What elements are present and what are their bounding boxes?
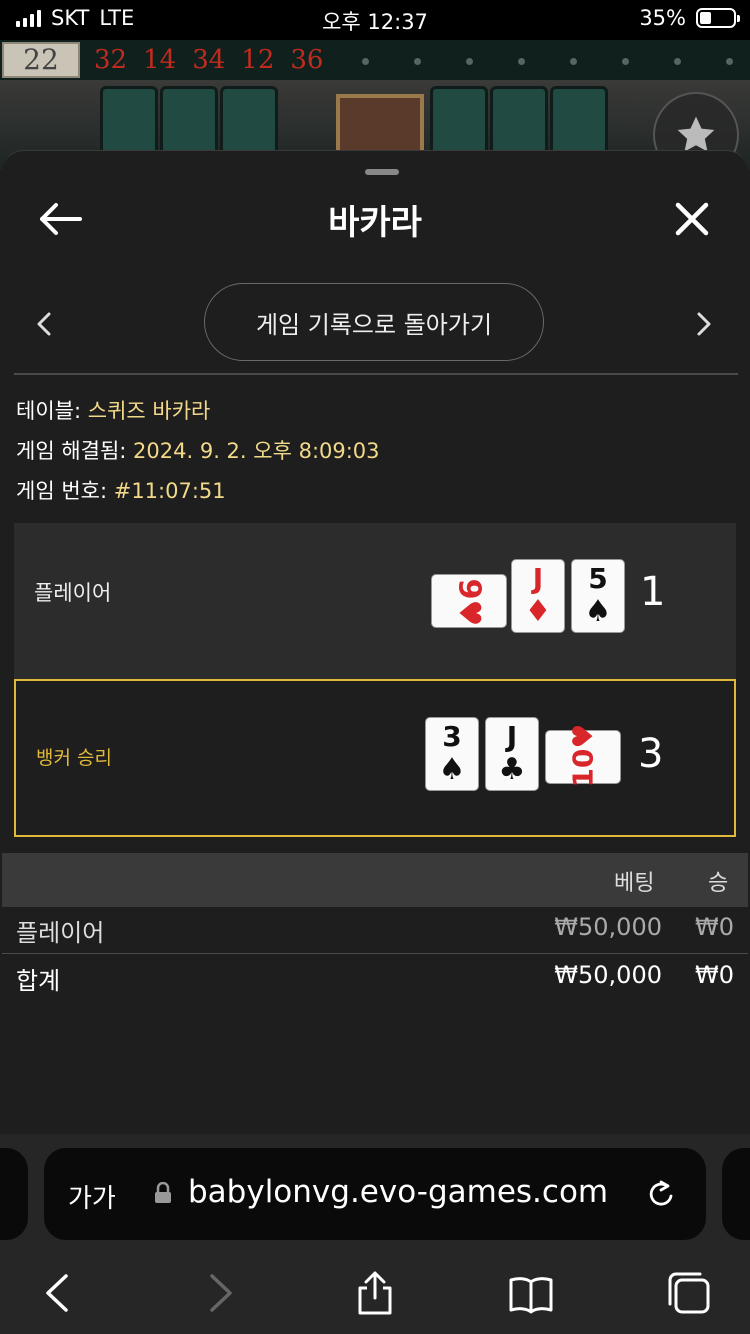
text-size-button[interactable]: 가가 [68, 1178, 116, 1215]
bets-table-header: 베팅 승 [2, 853, 748, 907]
return-to-history-button[interactable]: 게임 기록으로 돌아가기 [204, 283, 544, 361]
card-rank: 10 [566, 748, 600, 788]
card-rank: 9 [451, 578, 487, 600]
banker-card-1: 3 ♠ [426, 718, 478, 790]
lock-icon [155, 1182, 171, 1203]
column-win: 승 [708, 871, 729, 896]
previous-tab-pill[interactable] [0, 1148, 28, 1240]
info-table: 테이블: 스퀴즈 바카라 [16, 395, 210, 425]
roadmap-number: 12 [241, 45, 275, 75]
reload-icon[interactable] [644, 1176, 678, 1212]
banker-card-2: J ♣ [486, 718, 538, 790]
roadmap-number: 14 [143, 45, 177, 75]
tabs-icon[interactable] [666, 1270, 712, 1316]
card-suit: ♠ [584, 594, 612, 629]
card-rank: J [532, 562, 544, 595]
url-text[interactable]: babylonvg.evo-games.com [188, 1174, 608, 1210]
table-row: 플레이어 ₩50,000 ₩0 [2, 907, 748, 954]
card-rank: J [506, 720, 518, 753]
game-history-sheet: 바카라 게임 기록으로 돌아가기 테이블: 스퀴즈 바카라 게임 해결됨: 20… [2, 150, 748, 1161]
bookmarks-icon[interactable] [508, 1270, 554, 1316]
battery-percent: 35% [639, 6, 686, 30]
roadmap-number: 34 [192, 45, 226, 75]
divider [14, 373, 738, 375]
roadmap-number: 32 [94, 45, 128, 75]
info-table-value: 스퀴즈 바카라 [87, 399, 211, 423]
card-rank: 5 [588, 562, 608, 595]
roadmap-empty-dots [362, 58, 733, 65]
info-table-label: 테이블: [16, 399, 82, 423]
win-amount: ₩0 [695, 913, 734, 941]
player-hand-row: 플레이어 9♥ J ♦ 5 ♠ 1 [14, 523, 736, 679]
browser-forward-icon[interactable] [196, 1270, 242, 1316]
share-icon[interactable] [352, 1270, 398, 1316]
info-game-number-value: #11:07:51 [113, 479, 226, 503]
chevron-left-icon[interactable] [32, 309, 56, 339]
card-suit: ♠ [438, 752, 466, 787]
banker-hand-row: 뱅커 승리 3 ♠ J ♣ 10♥ 3 [14, 679, 736, 837]
card-suit: ♥ [451, 599, 487, 627]
table-total-row: 합계 ₩50,000 ₩0 [2, 955, 748, 1001]
total-win: ₩0 [695, 961, 734, 989]
banker-card-3: 10♥ [546, 723, 620, 788]
column-bet: 베팅 [614, 871, 655, 896]
player-score: 1 [640, 569, 666, 615]
browser-back-icon[interactable] [36, 1270, 82, 1316]
roadmap-strip: 22 32 14 34 12 36 [0, 40, 750, 80]
status-time: 오후 12:37 [322, 10, 428, 34]
browser-toolbar: 가가 babylonvg.evo-games.com [0, 1134, 750, 1334]
page-title: 바카라 [328, 203, 422, 243]
player-label: 플레이어 [34, 581, 112, 605]
info-resolved-value: 2024. 9. 2. 오후 8:09:03 [133, 439, 380, 463]
address-bar[interactable]: 가가 babylonvg.evo-games.com [44, 1148, 706, 1240]
info-game-number-label: 게임 번호: [16, 479, 108, 503]
chevron-right-icon[interactable] [692, 309, 716, 339]
player-card-1: 9♥ [432, 575, 506, 627]
roadmap-number: 36 [290, 45, 324, 75]
info-resolved-label: 게임 해결됨: [16, 439, 127, 463]
close-icon[interactable] [670, 197, 714, 241]
player-card-3: 5 ♠ [572, 560, 624, 632]
info-resolved: 게임 해결됨: 2024. 9. 2. 오후 8:09:03 [16, 435, 380, 465]
next-tab-pill[interactable] [722, 1148, 750, 1240]
total-label: 합계 [16, 967, 61, 995]
banker-win-label: 뱅커 승리 [36, 747, 112, 769]
card-rank: 3 [442, 720, 462, 753]
card-suit: ♣ [498, 752, 526, 787]
banker-score: 3 [638, 731, 664, 777]
battery-icon [696, 8, 740, 28]
player-card-2: J ♦ [512, 560, 564, 632]
sheet-grabber[interactable] [365, 169, 399, 175]
info-game-number: 게임 번호: #11:07:51 [16, 475, 226, 505]
total-bet: ₩50,000 [554, 961, 662, 989]
bet-amount: ₩50,000 [554, 913, 662, 941]
roadmap-current-number: 22 [2, 42, 80, 78]
card-suit: ♦ [524, 594, 552, 629]
status-bar: SKT LTE 오후 12:37 35% [0, 0, 750, 40]
card-suit: ♥ [566, 723, 600, 749]
bet-name: 플레이어 [16, 919, 105, 947]
